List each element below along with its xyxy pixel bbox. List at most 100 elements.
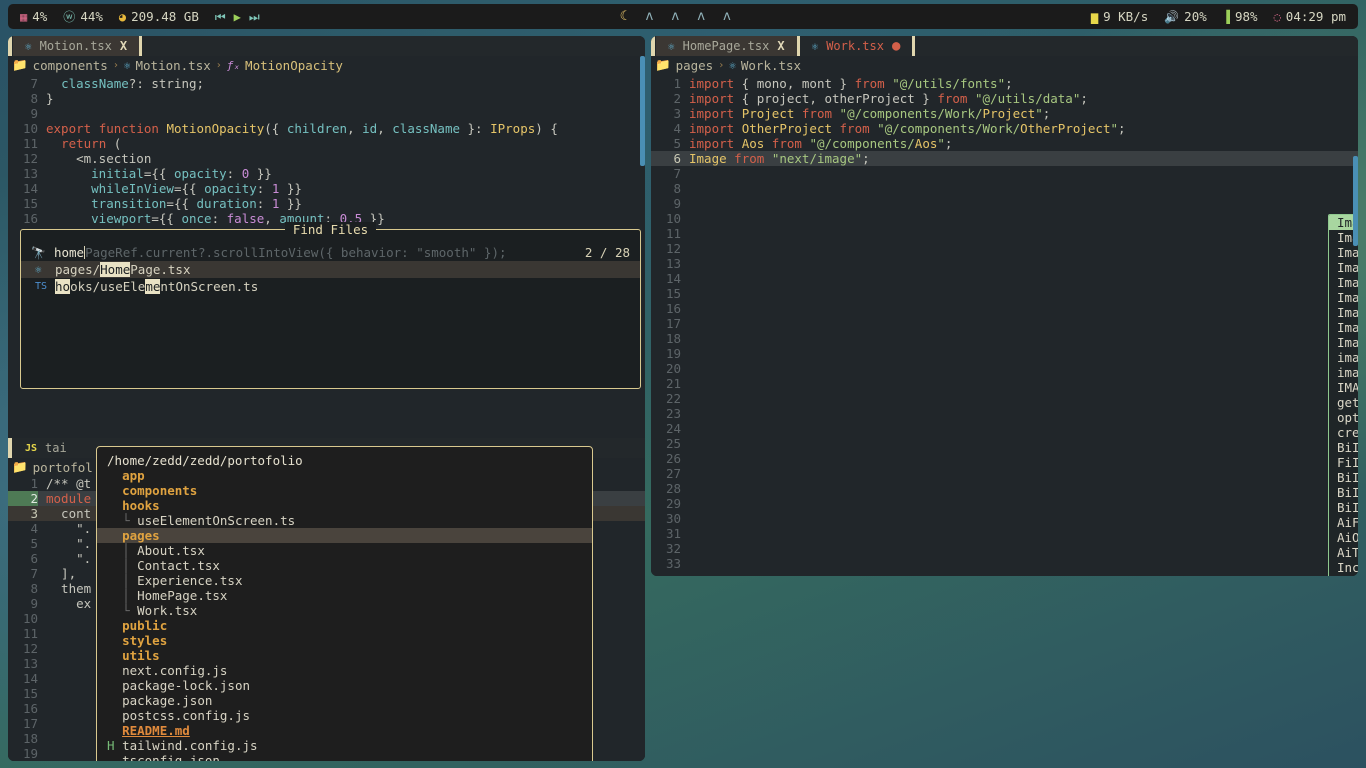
find-files-dialog[interactable]: Find Files 🔭 home PageRef.current?.scroll… — [20, 222, 641, 389]
code-line[interactable]: 31 — [651, 526, 1358, 541]
file-tree-file-row[interactable]: └ Work.tsx — [107, 603, 592, 618]
code-line[interactable]: 22 — [651, 391, 1358, 406]
code-line[interactable]: 33 — [651, 556, 1358, 571]
find-files-result-row[interactable]: TS hooks/useElementOnScreen.ts — [21, 278, 640, 295]
code-line[interactable]: 2 import { project, otherProject } from "… — [651, 91, 1358, 106]
code-line[interactable]: 15 transition={{ duration: 1 }} — [8, 196, 645, 211]
code-line[interactable]: 4 import OtherProject from "@/components/… — [651, 121, 1358, 136]
code-line[interactable]: 25 — [651, 436, 1358, 451]
scrollbar-thumb[interactable] — [1353, 156, 1358, 246]
code-line[interactable]: 12 — [651, 241, 1358, 256]
tab-tailwind-config[interactable]: JS tai — [13, 438, 79, 458]
tab-motion-tsx[interactable]: ⚛ Motion.tsx X — [13, 36, 140, 56]
file-tree-file-row[interactable]: postcss.config.js — [107, 708, 592, 723]
file-tree-file-row[interactable]: │ Contact.tsx — [107, 558, 592, 573]
code-line[interactable]: 32 — [651, 541, 1358, 556]
tab-work-tsx[interactable]: ⚛ Work.tsx ● — [800, 36, 913, 56]
file-tree-directory-row[interactable]: utils — [107, 648, 592, 663]
file-tree-items[interactable]: app components hooks └ useElementOnScree… — [97, 468, 592, 761]
file-tree-file-row[interactable]: │ Experience.tsx — [107, 573, 592, 588]
line-number: 23 — [665, 406, 681, 421]
tabline-right[interactable]: ⚛ HomePage.tsx X ⚛ Work.tsx ● — [651, 36, 1358, 56]
code-line[interactable]: 14 whileInView={{ opacity: 1 }} — [8, 181, 645, 196]
workspace-5-lambda-icon[interactable]: ʌ — [723, 9, 731, 24]
code-line[interactable]: 1 import { mono, mont } from "@/utils/fon… — [651, 76, 1358, 91]
scrollbar-thumb[interactable] — [640, 56, 645, 166]
code-line[interactable]: 29 — [651, 496, 1358, 511]
code-line[interactable]: 17 — [651, 316, 1358, 331]
scrollbar-left[interactable] — [640, 36, 645, 761]
workspace-3-lambda-icon[interactable]: ʌ — [671, 9, 679, 24]
file-tree-file-row[interactable]: H tailwind.config.js — [107, 738, 592, 753]
media-controls[interactable]: ⏮ ▶ ⏭ — [215, 11, 260, 23]
code-line[interactable]: 8 — [651, 181, 1358, 196]
file-tree-label: Work.tsx — [137, 603, 198, 618]
editor-pane-right[interactable]: ⚛ HomePage.tsx X ⚛ Work.tsx ● 📁 pages › … — [651, 36, 1358, 576]
code-line[interactable]: 14 — [651, 271, 1358, 286]
code-line[interactable]: 11 — [651, 226, 1358, 241]
code-editor-right[interactable]: 1 import { mono, mont } from "@/utils/fon… — [651, 74, 1358, 571]
media-prev-icon[interactable]: ⏮ — [215, 11, 226, 23]
file-tree-directory-row[interactable]: styles — [107, 633, 592, 648]
code-line[interactable]: 18 — [651, 331, 1358, 346]
file-tree-file-row[interactable]: │ About.tsx — [107, 543, 592, 558]
code-line[interactable]: 27 — [651, 466, 1358, 481]
code-line[interactable]: 10 export function MotionOpacity({ childr… — [8, 121, 645, 136]
code-line[interactable]: 13 initial={{ opacity: 0 }} — [8, 166, 645, 181]
code-line[interactable]: 9 — [8, 106, 645, 121]
file-tree-directory-row[interactable]: hooks — [107, 498, 592, 513]
file-tree-label: HomePage.tsx — [137, 588, 228, 603]
workspace-1-moon-icon[interactable]: ☾ — [620, 9, 628, 24]
file-tree-file-row[interactable]: next.config.js — [107, 663, 592, 678]
code-line[interactable]: 9 — [651, 196, 1358, 211]
workspace-2-lambda-icon[interactable]: ʌ — [646, 9, 654, 24]
tab-close-icon[interactable]: X — [120, 39, 127, 53]
code-line[interactable]: 8} — [8, 91, 645, 106]
code-line[interactable]: 5 import Aos from "@/components/Aos"; — [651, 136, 1358, 151]
file-tree-file-row[interactable]: README.md — [107, 723, 592, 738]
code-text: initial={{ opacity: 0 }} — [91, 166, 272, 181]
code-line[interactable]: 24 — [651, 421, 1358, 436]
code-line[interactable]: 3 import Project from "@/components/Work/… — [651, 106, 1358, 121]
file-tree-file-row[interactable]: tsconfig.json — [107, 753, 592, 761]
code-line[interactable]: 15 — [651, 286, 1358, 301]
code-line[interactable]: 30 — [651, 511, 1358, 526]
code-line[interactable]: 23 — [651, 406, 1358, 421]
find-files-prompt[interactable]: 🔭 home PageRef.current?.scrollIntoView({ … — [21, 244, 640, 261]
tab-homepage-tsx[interactable]: ⚛ HomePage.tsx X — [656, 36, 797, 56]
file-tree-directory-row[interactable]: pages — [97, 528, 592, 543]
file-tree-file-row[interactable]: package-lock.json — [107, 678, 592, 693]
media-next-icon[interactable]: ⏭ — [249, 11, 260, 23]
file-tree-directory-row[interactable]: components — [107, 483, 592, 498]
code-line[interactable]: 16 — [651, 301, 1358, 316]
code-line[interactable]: 13 — [651, 256, 1358, 271]
file-tree-popup[interactable]: /home/zedd/zedd/portofolio app component… — [96, 446, 593, 761]
file-tree-file-row[interactable]: package.json — [107, 693, 592, 708]
code-editor-left[interactable]: 7 className?: string; 8} 9 10 export functio… — [8, 74, 645, 226]
workspace-4-lambda-icon[interactable]: ʌ — [697, 9, 705, 24]
code-line[interactable]: 6 Image from "next/image"; — [651, 151, 1358, 166]
code-line[interactable]: 20 — [651, 361, 1358, 376]
file-tree-root: /home/zedd/zedd/portofolio — [107, 453, 303, 468]
code-line[interactable]: 19 — [651, 346, 1358, 361]
file-tree-directory-row[interactable]: app — [107, 468, 592, 483]
file-tree-directory-row[interactable]: public — [107, 618, 592, 633]
workspace-indicators[interactable]: ☾ ʌ ʌ ʌ ʌ — [620, 9, 731, 24]
file-tree-label: tailwind.config.js — [122, 738, 258, 753]
editor-pane-left[interactable]: ⚛ Motion.tsx X 📁 components › ⚛ Motion.t… — [8, 36, 645, 761]
tabline-left[interactable]: ⚛ Motion.tsx X — [8, 36, 645, 56]
code-line[interactable]: 28 — [651, 481, 1358, 496]
code-line[interactable]: 10 — [651, 211, 1358, 226]
code-line[interactable]: 21 — [651, 376, 1358, 391]
tab-close-icon[interactable]: X — [777, 39, 784, 53]
file-tree-file-row[interactable]: └ useElementOnScreen.ts — [107, 513, 592, 528]
code-line[interactable]: 12 <m.section — [8, 151, 645, 166]
file-tree-file-row[interactable]: │ HomePage.tsx — [107, 588, 592, 603]
code-line[interactable]: 26 — [651, 451, 1358, 466]
code-line[interactable]: 7 className?: string; — [8, 76, 645, 91]
scrollbar-right[interactable] — [1353, 36, 1358, 576]
media-play-icon[interactable]: ▶ — [234, 11, 241, 23]
code-line[interactable]: 11 return ( — [8, 136, 645, 151]
find-files-result-row[interactable]: ⚛ pages/HomePage.tsx — [21, 261, 640, 278]
code-line[interactable]: 7 — [651, 166, 1358, 181]
